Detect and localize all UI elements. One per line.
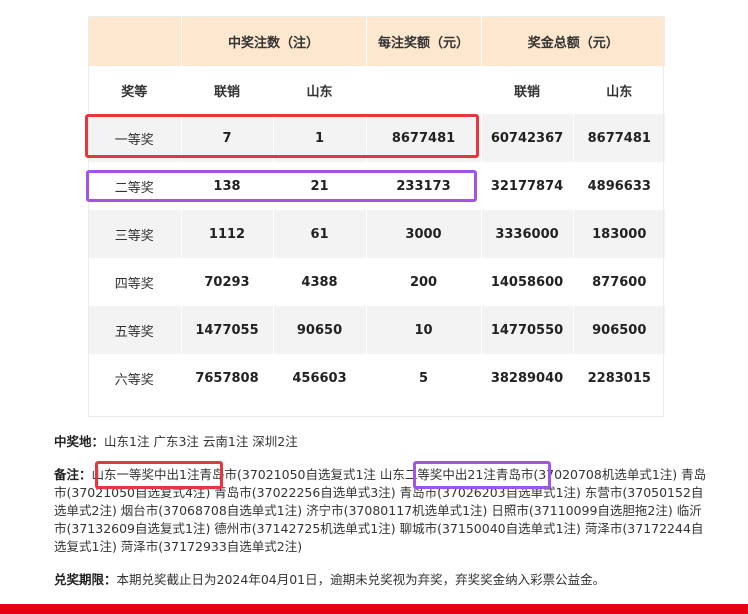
header-level: 奖等 xyxy=(88,66,182,114)
prize-level: 四等奖 xyxy=(88,258,182,306)
remarks-first-detail: 青岛市(37021050自选复式1注 xyxy=(199,467,376,482)
bottom-red-bar xyxy=(0,604,748,614)
total-national: 14770550 xyxy=(481,306,574,354)
total-national: 3336000 xyxy=(481,210,574,258)
header-total-national: 联销 xyxy=(481,66,574,114)
winners-national: 7 xyxy=(181,114,274,162)
header-per-bet: 每注奖额（元） xyxy=(366,16,482,66)
winners-shandong: 21 xyxy=(273,162,367,210)
total-shandong: 4896633 xyxy=(573,162,666,210)
deadline-label: 兑奖期限： xyxy=(54,572,117,587)
remarks-label: 备注： xyxy=(54,467,92,482)
winners-national: 7657808 xyxy=(181,354,274,402)
header-winners-national: 联销 xyxy=(181,66,274,114)
remarks-second-highlight: 山东二等奖中出21注 xyxy=(379,467,496,482)
total-shandong: 8677481 xyxy=(573,114,666,162)
table-row: 三等奖 1112 61 3000 3336000 183000 xyxy=(88,210,666,258)
winning-places-text: 山东1注 广东3注 云南1注 深圳2注 xyxy=(104,434,298,449)
prize-level: 二等奖 xyxy=(88,162,182,210)
remarks-first-highlight: 山东一等奖中出1注 xyxy=(91,467,200,482)
winners-shandong: 90650 xyxy=(273,306,367,354)
table-header-row-2: 奖等 联销 山东 联销 山东 xyxy=(88,66,666,114)
deadline-text: 本期兑奖截止日为2024年04月01日，逾期未兑奖视为弃奖，弃奖奖金纳入彩票公益… xyxy=(116,572,606,587)
header-blank xyxy=(88,16,182,66)
per-bet-amount: 10 xyxy=(366,306,482,354)
winners-national: 138 xyxy=(181,162,274,210)
prize-level: 五等奖 xyxy=(88,306,182,354)
table-row: 一等奖 7 1 8677481 60742367 8677481 xyxy=(88,114,666,162)
prize-level: 三等奖 xyxy=(88,210,182,258)
header-winners-group: 中奖注数（注） xyxy=(181,16,367,66)
per-bet-amount: 8677481 xyxy=(366,114,482,162)
winners-national: 1477055 xyxy=(181,306,274,354)
total-shandong: 906500 xyxy=(573,306,666,354)
header-total-shandong: 山东 xyxy=(573,66,666,114)
table-row: 五等奖 1477055 90650 10 14770550 906500 xyxy=(88,306,666,354)
winners-national: 70293 xyxy=(181,258,274,306)
total-shandong: 183000 xyxy=(573,210,666,258)
winning-places-label: 中奖地： xyxy=(54,434,105,449)
per-bet-amount: 233173 xyxy=(366,162,482,210)
winners-national: 1112 xyxy=(181,210,274,258)
header-winners-shandong: 山东 xyxy=(273,66,367,114)
table-row: 六等奖 7657808 456603 5 38289040 2283015 xyxy=(88,354,666,402)
prize-level: 一等奖 xyxy=(88,114,182,162)
table-header-row-1: 中奖注数（注） 每注奖额（元） 奖金总额（元） xyxy=(88,16,666,66)
remarks: 备注：山东一等奖中出1注青岛市(37021050自选复式1注 山东二等奖中出21… xyxy=(54,466,714,556)
winners-shandong: 61 xyxy=(273,210,367,258)
winning-places: 中奖地：山东1注 广东3注 云南1注 深圳2注 xyxy=(54,433,714,451)
per-bet-amount: 3000 xyxy=(366,210,482,258)
total-shandong: 877600 xyxy=(573,258,666,306)
prize-level: 六等奖 xyxy=(88,354,182,402)
claim-deadline: 兑奖期限：本期兑奖截止日为2024年04月01日，逾期未兑奖视为弃奖，弃奖奖金纳… xyxy=(54,571,714,589)
table-row: 二等奖 138 21 233173 32177874 4896633 xyxy=(88,162,666,210)
prize-table: 中奖注数（注） 每注奖额（元） 奖金总额（元） 奖等 联销 山东 联销 山东 一… xyxy=(88,16,666,402)
total-shandong: 2283015 xyxy=(573,354,666,402)
header-total-group: 奖金总额（元） xyxy=(481,16,666,66)
total-national: 60742367 xyxy=(481,114,574,162)
header-per-bet-blank xyxy=(366,66,482,114)
per-bet-amount: 5 xyxy=(366,354,482,402)
per-bet-amount: 200 xyxy=(366,258,482,306)
winners-shandong: 4388 xyxy=(273,258,367,306)
total-national: 14058600 xyxy=(481,258,574,306)
winners-shandong: 456603 xyxy=(273,354,367,402)
winners-shandong: 1 xyxy=(273,114,367,162)
total-national: 38289040 xyxy=(481,354,574,402)
total-national: 32177874 xyxy=(481,162,574,210)
table-row: 四等奖 70293 4388 200 14058600 877600 xyxy=(88,258,666,306)
